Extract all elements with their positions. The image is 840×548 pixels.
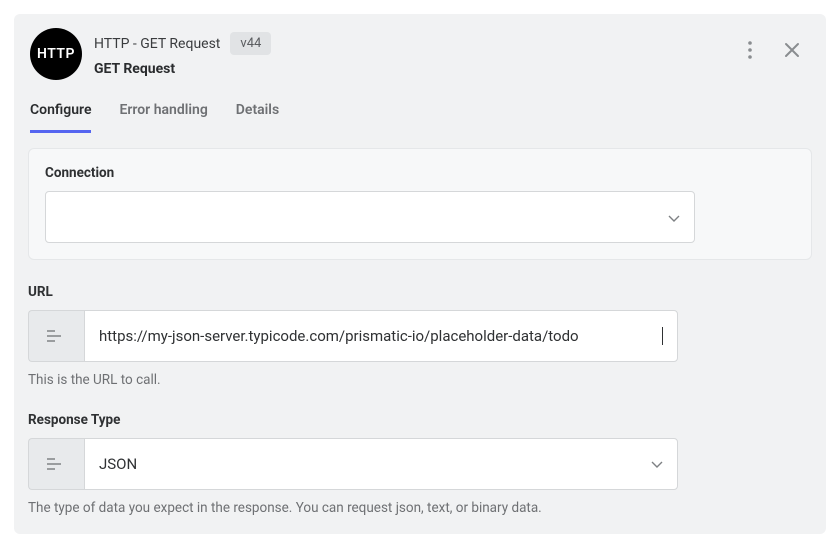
url-template-button[interactable] xyxy=(28,310,84,362)
more-vertical-icon xyxy=(748,41,752,59)
response-type-template-button[interactable] xyxy=(28,438,84,490)
response-type-value: JSON xyxy=(99,455,651,473)
close-button[interactable] xyxy=(780,38,804,62)
tab-details[interactable]: Details xyxy=(236,102,279,133)
config-panel: HTTP HTTP - GET Request v44 GET Request … xyxy=(14,14,826,534)
http-avatar: HTTP xyxy=(30,28,82,80)
more-menu-button[interactable] xyxy=(738,38,762,62)
chevron-down-icon xyxy=(668,208,680,227)
version-chip: v44 xyxy=(230,32,271,55)
tab-configure[interactable]: Configure xyxy=(30,102,91,133)
avatar-text: HTTP xyxy=(37,46,75,62)
chevron-down-icon xyxy=(651,455,663,473)
panel-subtitle: GET Request xyxy=(94,61,271,77)
url-input[interactable]: https://my-json-server.typicode.com/pris… xyxy=(84,310,678,362)
template-icon xyxy=(47,458,67,470)
tab-bar: Configure Error handling Details xyxy=(14,80,826,134)
tab-error-handling[interactable]: Error handling xyxy=(119,102,207,133)
text-cursor xyxy=(662,327,663,345)
url-label: URL xyxy=(28,284,812,300)
close-icon xyxy=(784,42,800,58)
connection-section: Connection xyxy=(28,148,812,260)
response-type-label: Response Type xyxy=(28,412,812,428)
url-section: URL https://my-json-server.typicode.com/… xyxy=(28,284,812,388)
url-value: https://my-json-server.typicode.com/pris… xyxy=(99,327,661,345)
template-icon xyxy=(47,330,67,342)
response-type-help: The type of data you expect in the respo… xyxy=(28,500,812,516)
response-type-section: Response Type JSON The type of data you … xyxy=(28,412,812,516)
panel-title: HTTP - GET Request xyxy=(94,36,220,52)
panel-header: HTTP HTTP - GET Request v44 GET Request xyxy=(14,14,826,80)
connection-select[interactable] xyxy=(45,191,695,243)
title-block: HTTP - GET Request v44 GET Request xyxy=(94,32,271,77)
connection-label: Connection xyxy=(45,165,795,181)
url-help: This is the URL to call. xyxy=(28,372,812,388)
response-type-select[interactable]: JSON xyxy=(84,438,678,490)
